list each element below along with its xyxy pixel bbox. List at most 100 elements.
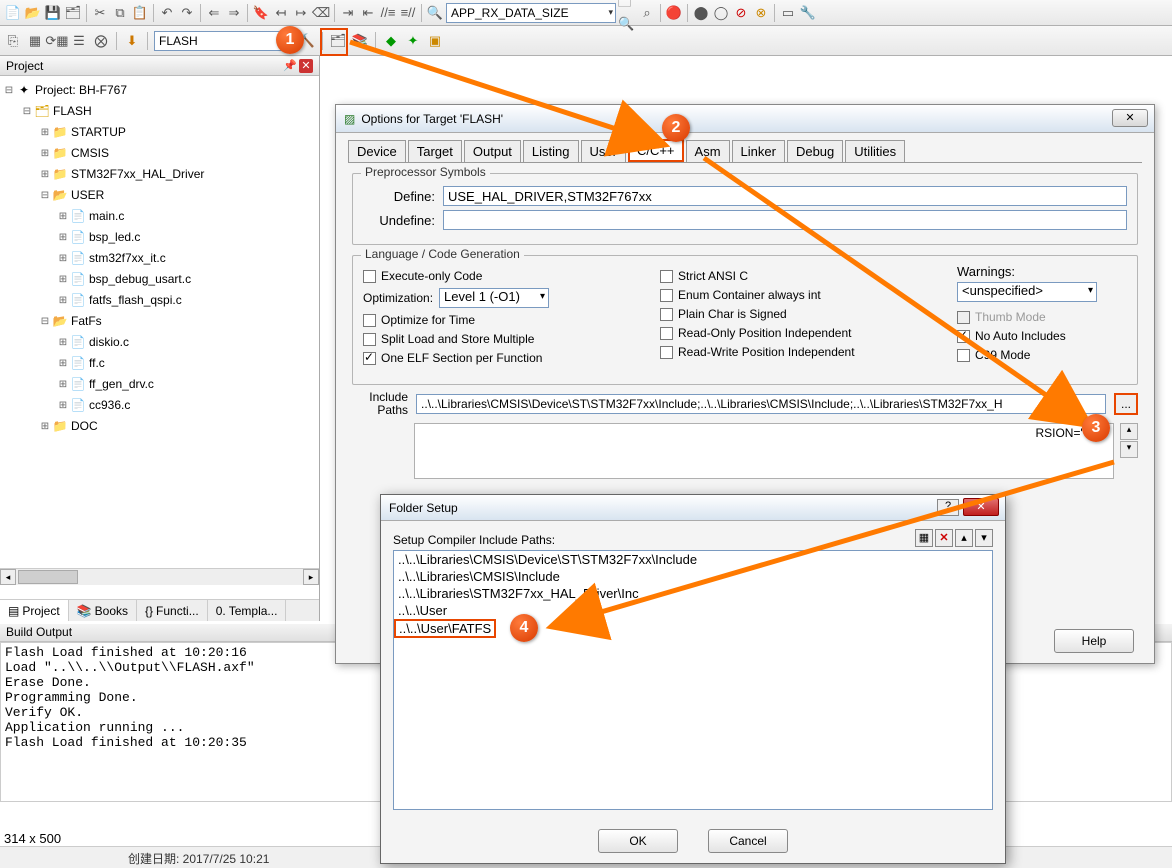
build-icon[interactable]: ▦	[26, 32, 44, 50]
include-paths-input[interactable]: ..\..\Libraries\CMSIS\Device\ST\STM32F7x…	[416, 394, 1106, 414]
enum-container-checkbox[interactable]	[660, 289, 673, 302]
strict-ansi-checkbox[interactable]	[660, 270, 673, 283]
expander-icon[interactable]: ⊞	[38, 122, 52, 143]
breakpoint-disable-icon[interactable]: ◯	[712, 4, 730, 22]
expander-icon[interactable]: ⊟	[20, 101, 34, 122]
tab-device[interactable]: Device	[348, 140, 406, 162]
comment-icon[interactable]: //≡	[379, 4, 397, 22]
list-item[interactable]: ..\..\Libraries\STM32F7xx_HAL_Driver\Inc	[394, 585, 992, 602]
expander-icon[interactable]: ⊞	[56, 395, 70, 416]
expander-icon[interactable]: ⊞	[56, 227, 70, 248]
redo-icon[interactable]: ↷	[178, 4, 196, 22]
breakpoint-kill-icon[interactable]: ⊘	[732, 4, 750, 22]
expander-icon[interactable]: ⊞	[56, 290, 70, 311]
tab-asm[interactable]: Asm	[686, 140, 730, 162]
config-icon[interactable]: 🔧	[799, 4, 817, 22]
tab-project[interactable]: ▤Project	[0, 600, 69, 621]
breakpoint-kill-all-icon[interactable]: ⊗	[752, 4, 770, 22]
tree-file[interactable]: stm32f7xx_it.c	[89, 248, 166, 269]
tab-linker[interactable]: Linker	[732, 140, 785, 162]
debug-icon[interactable]: 🔴	[665, 4, 683, 22]
find-icon[interactable]: 🔍	[426, 4, 444, 22]
expander-icon[interactable]: ⊞	[38, 143, 52, 164]
tree-group[interactable]: USER	[71, 185, 104, 206]
tab-books[interactable]: 📚Books	[69, 600, 137, 621]
project-tree[interactable]: ⊟✦Project: BH-F767 ⊟🗂FLASH ⊞📁STARTUP ⊞📁C…	[0, 76, 319, 582]
file-ext-icon[interactable]: 🗂	[329, 32, 347, 50]
no-auto-includes-checkbox[interactable]	[957, 330, 970, 343]
tree-file[interactable]: bsp_debug_usart.c	[89, 269, 191, 290]
scroll-right-icon[interactable]: ▸	[303, 569, 319, 585]
close-panel-icon[interactable]: ✕	[299, 59, 313, 73]
tree-file[interactable]: cc936.c	[89, 395, 130, 416]
scroll-down-icon[interactable]: ▾	[1120, 441, 1138, 458]
copy-icon[interactable]: ⧉	[111, 4, 129, 22]
breakpoint-icon[interactable]: ⬤	[692, 4, 710, 22]
expander-icon[interactable]: ⊞	[56, 332, 70, 353]
rw-pi-checkbox[interactable]	[660, 346, 673, 359]
tree-root[interactable]: Project: BH-F767	[35, 80, 127, 101]
tab-templates[interactable]: 0.Templa...	[208, 600, 287, 621]
expander-icon[interactable]: ⊞	[56, 248, 70, 269]
uncomment-icon[interactable]: ≡//	[399, 4, 417, 22]
move-up-icon[interactable]: ▴	[955, 529, 973, 547]
save-all-icon[interactable]: 🗂	[64, 4, 82, 22]
compiler-control-string[interactable]: RSION="521"	[414, 423, 1114, 479]
tree-file[interactable]: fatfs_flash_qspi.c	[89, 290, 182, 311]
bookmark-icon[interactable]: 🔖	[252, 4, 270, 22]
close-icon[interactable]: ✕	[963, 498, 999, 516]
exec-only-checkbox[interactable]	[363, 270, 376, 283]
bookmark-prev-icon[interactable]: ↤	[272, 4, 290, 22]
ro-pi-checkbox[interactable]	[660, 327, 673, 340]
undefine-input[interactable]	[443, 210, 1127, 230]
scroll-left-icon[interactable]: ◂	[0, 569, 16, 585]
expander-icon[interactable]: ⊟	[2, 80, 16, 101]
simulator-icon[interactable]: ▣	[426, 32, 444, 50]
new-file-icon[interactable]: 📄	[4, 4, 22, 22]
find-in-files-icon[interactable]: 🗀🔍	[618, 4, 636, 22]
folder-setup-titlebar[interactable]: Folder Setup ? ✕	[381, 495, 1005, 521]
tree-target[interactable]: FLASH	[53, 101, 92, 122]
plain-char-checkbox[interactable]	[660, 308, 673, 321]
move-down-icon[interactable]: ▾	[975, 529, 993, 547]
cut-icon[interactable]: ✂	[91, 4, 109, 22]
rte-icon[interactable]: ✦	[404, 32, 422, 50]
outdent-icon[interactable]: ⇤	[359, 4, 377, 22]
translate-icon[interactable]: ⎘	[4, 32, 22, 50]
list-item-highlighted[interactable]: ..\..\User\FATFS	[394, 619, 496, 638]
tree-group[interactable]: DOC	[71, 416, 98, 437]
expander-icon[interactable]: ⊞	[38, 416, 52, 437]
include-browse-button[interactable]: ...	[1114, 393, 1138, 415]
tab-output[interactable]: Output	[464, 140, 521, 162]
list-item[interactable]: ..\..\User	[394, 602, 992, 619]
pack-installer-icon[interactable]: ◆	[382, 32, 400, 50]
expander-icon[interactable]: ⊞	[56, 206, 70, 227]
rebuild-icon[interactable]: ⟳▦	[48, 32, 66, 50]
target-combo[interactable]: FLASH	[154, 31, 294, 51]
paste-icon[interactable]: 📋	[131, 4, 149, 22]
list-item[interactable]: ..\..\Libraries\CMSIS\Include	[394, 568, 992, 585]
list-item[interactable]: ..\..\Libraries\CMSIS\Device\ST\STM32F7x…	[394, 551, 992, 568]
optimization-select[interactable]: Level 1 (-O1)	[439, 288, 549, 308]
c99-checkbox[interactable]	[957, 349, 970, 362]
stop-build-icon[interactable]: ⨂	[92, 32, 110, 50]
tree-group[interactable]: STARTUP	[71, 122, 126, 143]
manage-icon[interactable]: 📚	[351, 32, 369, 50]
tree-file[interactable]: diskio.c	[89, 332, 129, 353]
expander-icon[interactable]: ⊞	[56, 269, 70, 290]
tree-hscroll[interactable]: ◂ ▸	[0, 568, 319, 585]
tree-file[interactable]: ff_gen_drv.c	[89, 374, 154, 395]
undo-icon[interactable]: ↶	[158, 4, 176, 22]
save-icon[interactable]: 💾	[44, 4, 62, 22]
close-icon[interactable]: ✕	[1112, 109, 1148, 127]
cancel-button[interactable]: Cancel	[708, 829, 788, 853]
expander-icon[interactable]: ⊟	[38, 311, 52, 332]
find-combo[interactable]: APP_RX_DATA_SIZE	[446, 3, 616, 23]
options-titlebar[interactable]: ▨ Options for Target 'FLASH' ✕	[336, 105, 1154, 133]
expander-icon[interactable]: ⊟	[38, 185, 52, 206]
tree-group[interactable]: STM32F7xx_HAL_Driver	[71, 164, 204, 185]
nav-fwd-icon[interactable]: ⇒	[225, 4, 243, 22]
expander-icon[interactable]: ⊞	[38, 164, 52, 185]
expander-icon[interactable]: ⊞	[56, 374, 70, 395]
nav-back-icon[interactable]: ⇐	[205, 4, 223, 22]
